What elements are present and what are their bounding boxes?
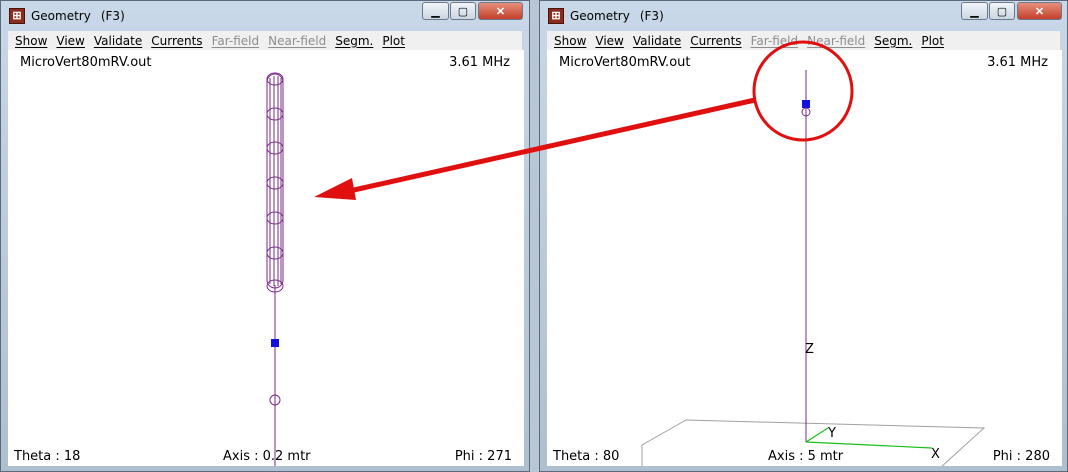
- menu-plot[interactable]: Plot: [382, 34, 405, 48]
- window-title-text: Geometry: [570, 9, 630, 23]
- menu-segm[interactable]: Segm.: [874, 34, 912, 48]
- menu-plot[interactable]: Plot: [921, 34, 944, 48]
- minimize-icon: ▁: [970, 5, 979, 18]
- menu-far-field[interactable]: Far-field: [212, 34, 260, 48]
- minimize-icon: ▁: [431, 5, 440, 18]
- close-button[interactable]: ✕: [478, 2, 523, 20]
- loading-coil: [266, 72, 284, 293]
- menu-currents[interactable]: Currents: [151, 34, 202, 48]
- menu-view[interactable]: View: [595, 34, 623, 48]
- frequency-label: 3.61 MHz: [449, 55, 510, 70]
- window-title: Geometry (F3): [570, 9, 664, 23]
- menu-view[interactable]: View: [56, 34, 84, 48]
- menu-segm[interactable]: Segm.: [335, 34, 373, 48]
- theta-readout: Theta : 18: [14, 449, 81, 464]
- file-name-label: MicroVert80mRV.out: [20, 55, 152, 70]
- window-shortcut: (F3): [100, 9, 125, 23]
- x-axis-line: [805, 441, 933, 449]
- axis-scale-readout: Axis : 5 mtr: [768, 449, 844, 464]
- file-name-label: MicroVert80mRV.out: [559, 55, 691, 70]
- axis-scale-readout: Axis : 0.2 mtr: [223, 449, 311, 464]
- x-axis-label: X: [931, 447, 940, 462]
- y-axis-label: Y: [828, 426, 836, 441]
- menu-near-field[interactable]: Near-field: [268, 34, 326, 48]
- window-shortcut: (F3): [639, 9, 664, 23]
- close-icon: ✕: [1034, 5, 1045, 18]
- menu-validate[interactable]: Validate: [94, 34, 142, 48]
- close-button[interactable]: ✕: [1017, 2, 1062, 20]
- minimize-button[interactable]: ▁: [961, 2, 988, 20]
- theta-readout: Theta : 80: [553, 449, 620, 464]
- menu-validate[interactable]: Validate: [633, 34, 681, 48]
- geometry-canvas[interactable]: Z Y X MicroVert80mRV.out 3.61 MHz Theta …: [547, 50, 1062, 466]
- minimize-button[interactable]: ▁: [422, 2, 449, 20]
- geometry-window-right: ⊞ Geometry (F3) ▁ ▢ ✕ Show View Validate …: [539, 0, 1068, 472]
- title-bar[interactable]: ⊞ Geometry (F3) ▁ ▢ ✕: [1, 1, 529, 31]
- menu-bar: Show View Validate Currents Far-field Ne…: [547, 31, 1060, 50]
- maximize-button[interactable]: ▢: [450, 2, 476, 20]
- maximize-icon: ▢: [457, 5, 469, 18]
- frequency-label: 3.61 MHz: [987, 55, 1048, 70]
- menu-show[interactable]: Show: [554, 34, 586, 48]
- maximize-button[interactable]: ▢: [989, 2, 1015, 20]
- feed-point-marker: [802, 100, 810, 108]
- geometry-canvas[interactable]: MicroVert80mRV.out 3.61 MHz Theta : 18 A…: [8, 50, 524, 466]
- geometry-window-left: ⊞ Geometry (F3) ▁ ▢ ✕ Show View Validate …: [0, 0, 530, 472]
- phi-readout: Phi : 280: [992, 449, 1050, 464]
- window-title-text: Geometry: [31, 9, 91, 23]
- phi-readout: Phi : 271: [454, 449, 512, 464]
- menu-currents[interactable]: Currents: [690, 34, 741, 48]
- menu-show[interactable]: Show: [15, 34, 47, 48]
- geometry-app-icon[interactable]: ⊞: [9, 8, 25, 24]
- z-axis-label: Z: [805, 342, 814, 357]
- y-axis-line: [805, 427, 829, 443]
- feed-point-marker: [271, 339, 279, 347]
- menu-far-field[interactable]: Far-field: [751, 34, 799, 48]
- geometry-app-icon[interactable]: ⊞: [548, 8, 564, 24]
- antenna-geometry-view[interactable]: [8, 50, 524, 466]
- menu-bar: Show View Validate Currents Far-field Ne…: [8, 31, 522, 50]
- close-icon: ✕: [495, 5, 506, 18]
- antenna-geometry-view[interactable]: [547, 50, 1062, 466]
- menu-near-field[interactable]: Near-field: [807, 34, 865, 48]
- title-bar[interactable]: ⊞ Geometry (F3) ▁ ▢ ✕: [540, 1, 1067, 31]
- maximize-icon: ▢: [996, 5, 1008, 18]
- window-title: Geometry (F3): [31, 9, 125, 23]
